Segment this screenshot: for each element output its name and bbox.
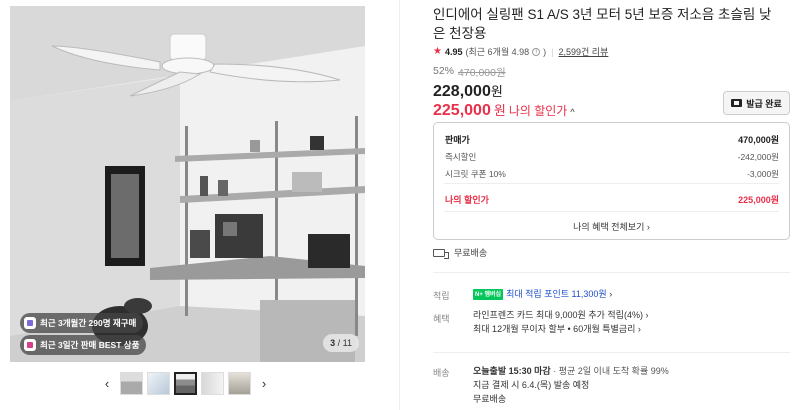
image-counter: 3 / 11 (323, 334, 359, 352)
my-price-unit: 원 (493, 103, 506, 118)
price-row-label: 판매가 (445, 135, 470, 145)
price-row-label: 즉시할인 (445, 152, 477, 162)
price-row-value: 470,000원 (738, 135, 779, 145)
best-seller-badge: 최근 3일간 판매 BEST 상품 (20, 335, 147, 355)
sale-price-unit: 원 (490, 84, 503, 99)
points-content[interactable]: N+ 멤버십 최대 적립 포인트 11,300원 › (473, 287, 612, 301)
installment-benefit-link[interactable]: 최대 12개월 무이자 할부 • 60개월 특별금리 › (473, 322, 648, 336)
npay-membership-badge: N+ 멤버십 (473, 289, 504, 301)
repurchase-badge-text: 최근 3개월간 290명 재구매 (40, 318, 137, 328)
thumbnail-prev-icon[interactable]: ‹ (98, 373, 116, 395)
product-main-image[interactable]: 최근 3개월간 290명 재구매 최근 3일간 판매 BEST 상품 3 / 1… (10, 6, 365, 362)
star-icon: ★ (433, 46, 442, 57)
free-shipping-text: 무료배송 (454, 248, 488, 258)
thumbnail-5[interactable] (228, 372, 251, 395)
thumbnail-strip: ‹ › (98, 372, 273, 395)
divider (444, 211, 779, 212)
divider (444, 183, 779, 184)
delivery-line-1: 오늘출발 15:30 마감 · 평균 2일 이내 도착 확률 99% (473, 364, 669, 378)
divider (433, 352, 790, 353)
benefits-content: 라인프렌즈 카드 최대 9,000원 추가 적립(4%) › 최대 12개월 무… (473, 308, 648, 336)
coupon-issued-button[interactable]: 발급 완료 (723, 91, 790, 115)
delivery-arrival: · 평균 2일 이내 도착 확률 99% (550, 366, 669, 376)
thumbnail-next-icon[interactable]: › (255, 373, 273, 395)
rating-recent: (최근 6개월 4.98 (465, 47, 530, 57)
product-title: 인디에어 실링팬 S1 A/S 3년 모터 5년 보증 저소음 초슬림 낮은 천… (433, 7, 772, 41)
chevron-right-icon: › (609, 289, 613, 299)
discount-row: 52% 470,000원 (433, 65, 506, 80)
price-breakdown-box: 판매가 470,000원 즉시할인 -242,000원 시크릿 쿠폰 10% -… (433, 122, 790, 240)
price-row-list: 판매가 470,000원 (445, 133, 779, 146)
price-row-value: 225,000원 (738, 195, 779, 205)
my-discount-price[interactable]: 225,000 원 나의 할인가 ^ (433, 100, 575, 120)
my-price-value: 225,000 (433, 102, 491, 119)
price-row-value: -242,000원 (737, 152, 779, 162)
thumbnail-4[interactable] (201, 372, 224, 395)
price-row-value: -3,000원 (747, 169, 779, 179)
chevron-up-icon: ^ (570, 107, 575, 117)
view-all-benefits-link[interactable]: 나의 혜택 전체보기 › (434, 220, 789, 233)
truck-icon (433, 248, 449, 259)
delivery-deadline: 오늘출발 15:30 마감 (473, 366, 551, 376)
coupon-icon (731, 99, 743, 107)
price-row-coupon: 시크릿 쿠폰 10% -3,000원 (445, 168, 779, 180)
benefits-label: 혜택 (433, 314, 450, 324)
thumbnail-1[interactable] (120, 372, 143, 395)
badge-square-icon (24, 317, 36, 329)
price-row-label: 나의 할인가 (445, 195, 489, 205)
original-price: 470,000원 (458, 67, 506, 79)
thumbnail-2[interactable] (147, 372, 170, 395)
review-count-link[interactable]: 2,599건 리뷰 (558, 45, 608, 58)
price-row-instant: 즉시할인 -242,000원 (445, 151, 779, 163)
points-label: 적립 (433, 291, 450, 301)
delivery-content: 오늘출발 15:30 마감 · 평균 2일 이내 도착 확률 99% 지금 결제… (473, 364, 669, 406)
info-icon[interactable]: i (532, 47, 541, 56)
rating-value: 4.95 (444, 46, 463, 57)
free-shipping-row: 무료배송 (433, 246, 487, 259)
price-row-label: 시크릿 쿠폰 10% (445, 169, 506, 179)
rating-recent-close: ) (543, 46, 547, 57)
divider: | (551, 46, 554, 57)
card-benefit-link[interactable]: 라인프렌즈 카드 최대 9,000원 추가 적립(4%) › (473, 308, 648, 322)
image-counter-total: / 11 (337, 338, 352, 348)
ceiling-fan-room-photo (10, 6, 365, 362)
repurchase-badge: 최근 3개월간 290명 재구매 (20, 313, 144, 333)
coupon-button-label: 발급 완료 (746, 98, 782, 109)
badge-square-icon (24, 339, 36, 351)
thumbnail-3-selected[interactable] (174, 372, 197, 395)
best-seller-badge-text: 최근 3일간 판매 BEST 상품 (40, 340, 140, 350)
image-counter-current: 3 (330, 338, 336, 348)
price-row-my-price: 나의 할인가 225,000원 (445, 193, 779, 206)
delivery-line-2: 지금 결제 시 6.4.(목) 발송 예정 (473, 380, 590, 390)
points-text: 최대 적립 포인트 11,300원 (506, 289, 607, 299)
sale-price-value: 228,000 (433, 83, 491, 100)
delivery-line-3: 무료배송 (473, 394, 507, 404)
divider (433, 272, 790, 273)
discount-percent: 52% (433, 65, 455, 77)
rating-row: ★ 4.95 (최근 6개월 4.98 i) | 2,599건 리뷰 (433, 45, 608, 58)
product-gallery: 최근 3개월간 290명 재구매 최근 3일간 판매 BEST 상품 3 / 1… (0, 0, 400, 410)
sale-price: 228,000원 (433, 81, 503, 101)
my-price-label: 나의 할인가 (508, 104, 568, 118)
delivery-label: 배송 (433, 368, 450, 378)
